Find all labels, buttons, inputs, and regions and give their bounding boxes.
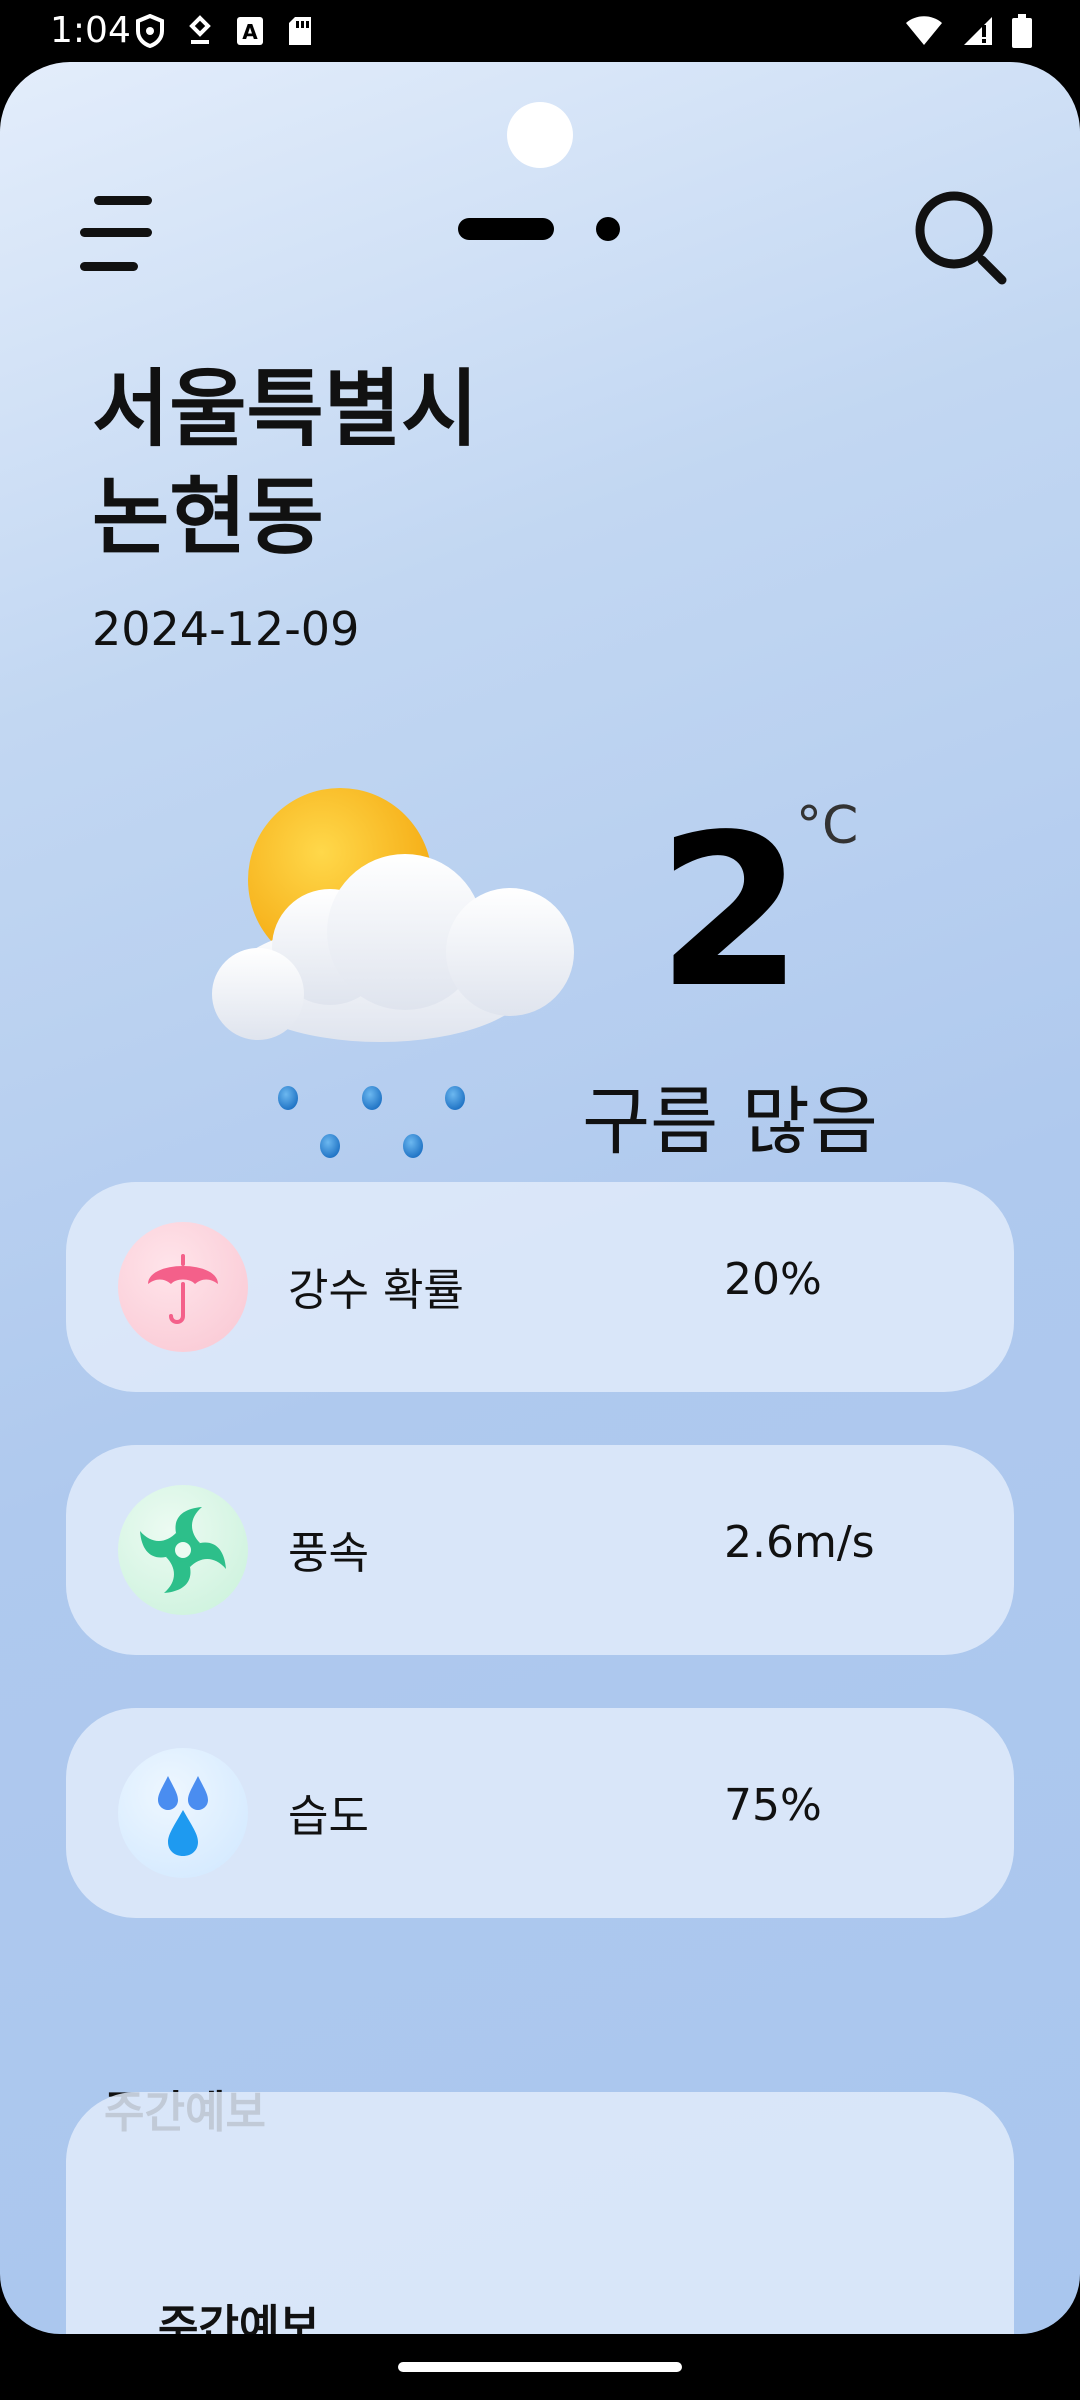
precipitation-label: 강수 확률 — [288, 1265, 464, 1316]
location-icon — [189, 15, 211, 44]
status-system-icons — [904, 14, 1032, 48]
page-indicator-active — [458, 218, 554, 240]
page-indicator-dot — [596, 217, 620, 241]
weather-condition: 구름 많음 — [582, 1079, 878, 1165]
wind-speed-label: 풍속 — [288, 1528, 369, 1579]
search-icon — [915, 191, 1007, 285]
wind-card: 풍속 2.6m/s — [66, 1445, 1014, 1655]
humidity-icon — [118, 1748, 248, 1878]
keyboard-a-icon: A — [237, 17, 263, 45]
wind-speed-value: 2.6m/s — [724, 1517, 875, 1568]
menu-icon — [80, 196, 152, 271]
humidity-label: 습도 — [288, 1791, 369, 1842]
status-time: 1:04 — [50, 10, 131, 51]
date-label: 2024-12-09 — [92, 602, 360, 656]
sd-card-icon — [289, 17, 311, 45]
battery-icon — [1012, 14, 1032, 48]
wind-icon — [118, 1485, 248, 1615]
precipitation-value: 20% — [724, 1254, 822, 1305]
location-district: 논현동 — [92, 468, 324, 566]
weekly-forecast-title: 주간예보 — [158, 2301, 320, 2334]
weather-illustration — [200, 782, 600, 1182]
status-notification-icons: A — [135, 14, 313, 48]
svg-text:A: A — [242, 20, 258, 44]
weekly-forecast-card[interactable]: 주간예보 — [66, 2092, 1014, 2334]
page-indicator — [458, 212, 628, 246]
humidity-card: 습도 75% — [66, 1708, 1014, 1918]
location-city: 서울특별시 — [92, 360, 479, 458]
menu-button[interactable] — [80, 192, 160, 278]
humidity-value: 75% — [724, 1780, 822, 1831]
camera-cutout — [507, 102, 573, 168]
wifi-icon — [906, 16, 942, 45]
precipitation-card: 강수 확률 20% — [66, 1182, 1014, 1392]
status-bar: 1:04 A — [0, 0, 1080, 62]
umbrella-icon — [118, 1222, 248, 1352]
sun-cloud-rain-icon — [212, 788, 574, 1158]
search-button[interactable] — [910, 186, 1010, 286]
app-screen: 서울특별시 논현동 2024-12-09 2 °C 구름 많음 강수 확률 20… — [0, 62, 1080, 2334]
temperature-unit: °C — [796, 796, 859, 856]
vpn-shield-icon — [136, 14, 164, 48]
home-gesture-bar[interactable] — [398, 2362, 682, 2372]
cell-signal-icon — [964, 17, 992, 45]
